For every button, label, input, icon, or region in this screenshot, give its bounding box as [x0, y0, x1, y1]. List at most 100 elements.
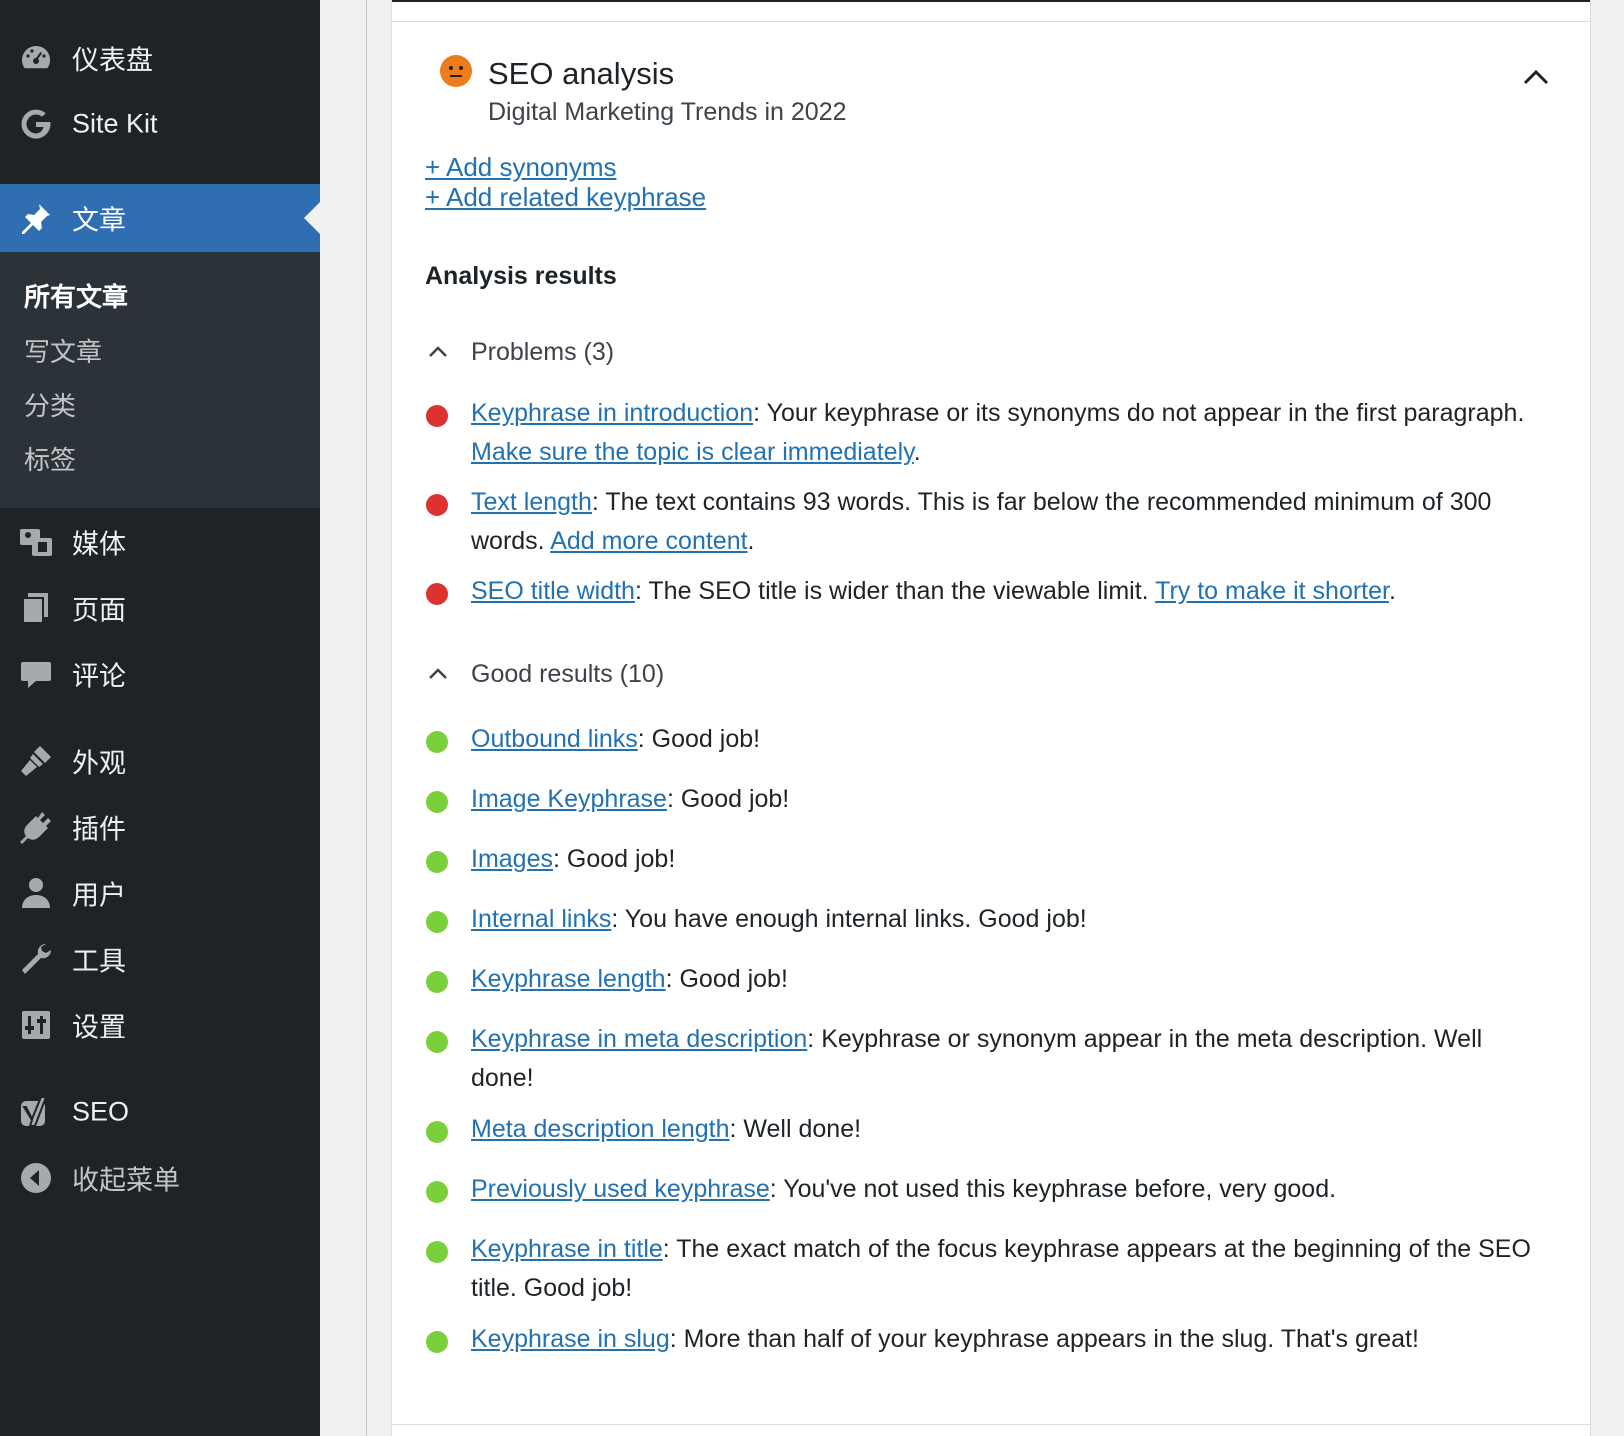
menu-item-appearance[interactable]: 外观: [0, 727, 320, 795]
seo-analysis-panel: SEO analysis Digital Marketing Trends in…: [391, 0, 1591, 1436]
result-message: : Good job!: [665, 965, 788, 993]
current-indicator: [304, 202, 320, 234]
panel-divider: [392, 21, 1590, 22]
green-bullet-icon: [426, 1121, 448, 1143]
menu-item-settings[interactable]: 设置: [0, 991, 320, 1059]
submenu-new-post[interactable]: 写文章: [24, 332, 102, 369]
result-end-punctuation: .: [913, 438, 921, 466]
admin-sidebar: 仪表盘 Site Kit 文章 所有文章 写文章 分类 标签 媒体 页面 评论 …: [0, 0, 320, 1436]
green-bullet-icon: [426, 791, 448, 813]
result-text: Keyphrase in introduction: Your keyphras…: [471, 394, 1531, 472]
menu-item-media[interactable]: 媒体: [0, 508, 320, 576]
result-text: Outbound links: Good job!: [471, 720, 1531, 759]
result-title-link[interactable]: Previously used keyphrase: [471, 1175, 770, 1203]
result-end-punctuation: .: [1388, 577, 1396, 605]
green-bullet-icon: [426, 1241, 448, 1263]
result-message: : Good job!: [552, 845, 676, 873]
result-title-link[interactable]: Outbound links: [471, 725, 638, 753]
result-title-link[interactable]: Keyphrase in introduction: [471, 399, 753, 427]
result-message: : Good job!: [666, 785, 790, 813]
red-bullet-icon: [426, 494, 448, 516]
good-results-label: Good results (10): [471, 659, 665, 688]
menu-item-seo[interactable]: SEO: [0, 1078, 320, 1146]
green-bullet-icon: [426, 1331, 448, 1353]
analysis-results-heading: Analysis results: [425, 262, 617, 290]
collapse-panel-button[interactable]: [1520, 62, 1552, 94]
result-title-link[interactable]: Image Keyphrase: [471, 785, 667, 813]
comment-icon: [18, 656, 54, 692]
green-bullet-icon: [426, 911, 448, 933]
panel-top-border: [392, 0, 1590, 2]
submenu-all-posts[interactable]: 所有文章: [24, 277, 128, 314]
content-gutter: [320, 0, 367, 1436]
menu-item-comments[interactable]: 评论: [0, 640, 320, 708]
problems-toggle[interactable]: Problems (3): [425, 334, 614, 370]
result-message: : Good job!: [637, 725, 761, 753]
result-message: : More than half of your keyphrase appea…: [669, 1325, 1419, 1353]
result-title-link[interactable]: Images: [471, 845, 553, 873]
result-title-link[interactable]: Keyphrase length: [471, 965, 666, 993]
result-title-link[interactable]: Meta description length: [471, 1115, 729, 1143]
problems-label: Problems (3): [471, 337, 615, 366]
result-message: : Your keyphrase or its synonyms do not …: [753, 399, 1525, 427]
menu-item-collapse[interactable]: 收起菜单: [0, 1144, 320, 1212]
menu-label: 工具: [72, 946, 126, 977]
menu-item-pages[interactable]: 页面: [0, 574, 320, 642]
green-bullet-icon: [426, 851, 448, 873]
result-title-link[interactable]: Keyphrase in slug: [471, 1325, 670, 1353]
result-title-link[interactable]: Internal links: [471, 905, 611, 933]
chevron-up-icon: [1523, 69, 1549, 85]
menu-item-sitekit[interactable]: Site Kit: [0, 90, 320, 158]
result-text: Keyphrase in slug: More than half of you…: [471, 1320, 1531, 1359]
brush-icon: [18, 743, 54, 779]
neutral-face-icon: [440, 55, 472, 87]
green-bullet-icon: [426, 1181, 448, 1203]
result-fix-link[interactable]: Try to make it shorter: [1155, 577, 1389, 605]
green-bullet-icon: [426, 1031, 448, 1053]
menu-label: 文章: [72, 205, 126, 236]
result-text: Keyphrase length: Good job!: [471, 960, 1531, 999]
plugin-icon: [18, 809, 54, 845]
add-related-keyphrase-link[interactable]: + Add related keyphrase: [425, 182, 706, 213]
result-text: Image Keyphrase: Good job!: [471, 780, 1531, 819]
good-results-toggle[interactable]: Good results (10): [425, 656, 664, 692]
menu-label: 插件: [72, 814, 126, 845]
add-synonyms-link[interactable]: + Add synonyms: [425, 152, 617, 183]
result-text: Keyphrase in title: The exact match of t…: [471, 1230, 1531, 1308]
panel-bottom-border: [392, 1424, 1590, 1425]
dashboard-icon: [18, 40, 54, 76]
result-text: Previously used keyphrase: You've not us…: [471, 1170, 1531, 1209]
result-title-link[interactable]: Keyphrase in meta description: [471, 1025, 807, 1053]
result-title-link[interactable]: SEO title width: [471, 577, 635, 605]
pages-icon: [18, 590, 54, 626]
menu-label: 页面: [72, 595, 126, 626]
result-fix-link[interactable]: Make sure the topic is clear immediately: [471, 438, 914, 466]
chevron-up-icon: [429, 668, 447, 679]
menu-item-dashboard[interactable]: 仪表盘: [0, 24, 320, 92]
result-end-punctuation: .: [747, 527, 755, 555]
result-text: Internal links: You have enough internal…: [471, 900, 1531, 939]
menu-label: 仪表盘: [72, 45, 153, 76]
menu-label: Site Kit: [72, 108, 158, 139]
menu-item-posts[interactable]: 文章: [0, 184, 320, 252]
menu-item-plugins[interactable]: 插件: [0, 793, 320, 861]
red-bullet-icon: [426, 583, 448, 605]
menu-label: 设置: [72, 1012, 126, 1043]
menu-item-users[interactable]: 用户: [0, 859, 320, 927]
wrench-icon: [18, 941, 54, 977]
yoast-icon: [18, 1094, 54, 1130]
posts-submenu: 所有文章 写文章 分类 标签: [0, 252, 320, 508]
green-bullet-icon: [426, 731, 448, 753]
media-icon: [18, 524, 54, 560]
submenu-categories[interactable]: 分类: [24, 386, 76, 423]
user-icon: [18, 875, 54, 911]
menu-label: 收起菜单: [72, 1165, 180, 1196]
result-title-link[interactable]: Text length: [471, 488, 592, 516]
result-fix-link[interactable]: Add more content: [550, 527, 747, 555]
pin-icon: [18, 200, 54, 236]
result-title-link[interactable]: Keyphrase in title: [471, 1235, 663, 1263]
submenu-tags[interactable]: 标签: [24, 440, 76, 477]
menu-item-tools[interactable]: 工具: [0, 925, 320, 993]
collapse-arrow-icon: [18, 1160, 54, 1196]
result-text: Meta description length: Well done!: [471, 1110, 1531, 1149]
